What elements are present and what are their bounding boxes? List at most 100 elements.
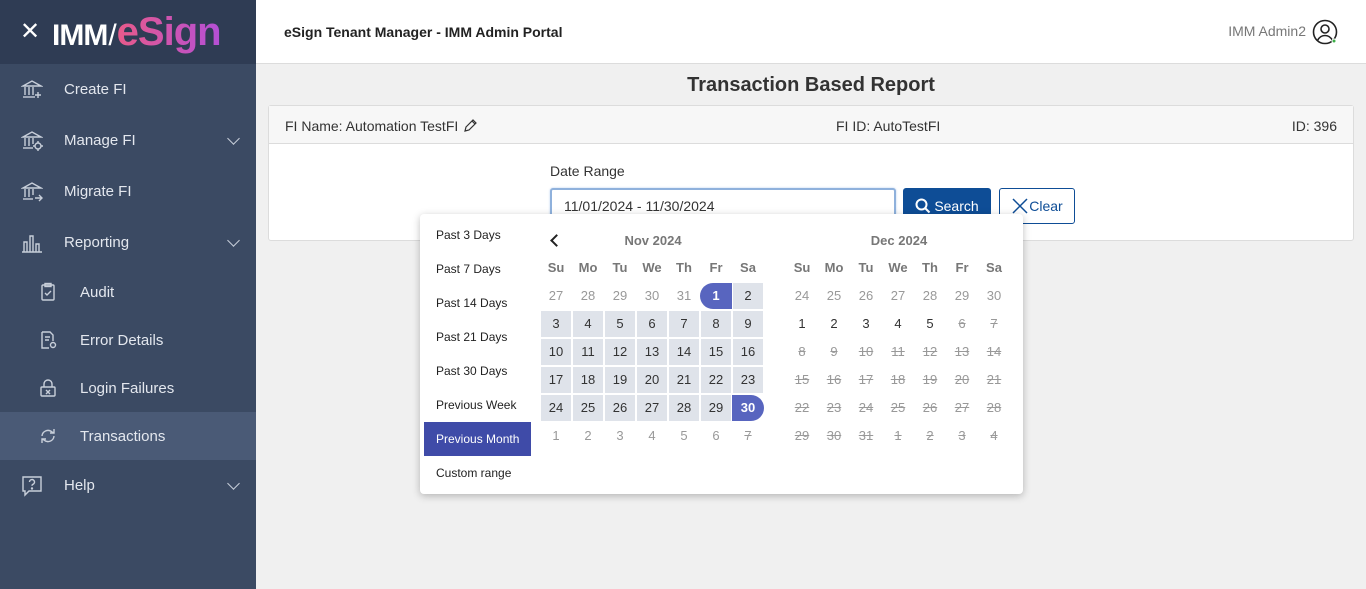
calendar-day: 24 (858, 400, 874, 415)
fi-name: FI Name: Automation TestFI (285, 118, 478, 134)
calendar-day[interactable]: 29 (604, 283, 636, 309)
calendar-day[interactable]: 15 (701, 339, 731, 365)
top-header: eSign Tenant Manager - IMM Admin Portal … (256, 0, 1366, 64)
calendar-day: 26 (922, 400, 938, 415)
range-option[interactable]: Custom range (424, 456, 531, 490)
calendar-day[interactable]: 2 (572, 423, 604, 449)
calendar-day[interactable]: 31 (668, 283, 700, 309)
user-avatar-icon[interactable] (1312, 19, 1338, 45)
range-option[interactable]: Past 14 Days (424, 286, 531, 320)
calendar-day: 25 (890, 400, 906, 415)
calendar-day[interactable]: 24 (541, 395, 571, 421)
fi-info-bar: FI Name: Automation TestFI FI ID: AutoTe… (269, 106, 1353, 144)
sidebar-item-manage-fi[interactable]: Manage FI (0, 115, 256, 166)
bank-arrow-icon (20, 180, 44, 204)
range-option[interactable]: Previous Week (424, 388, 531, 422)
calendar-day[interactable]: 23 (733, 367, 763, 393)
weekday-label: Su (547, 260, 565, 275)
calendar-day: 23 (826, 400, 842, 415)
fi-id: FI ID: AutoTestFI (836, 118, 941, 134)
sidebar-item-migrate-fi[interactable]: Migrate FI (0, 166, 256, 217)
calendar-day[interactable]: 5 (605, 311, 635, 337)
calendar-day[interactable]: 1 (700, 283, 732, 309)
calendar-day[interactable]: 22 (701, 367, 731, 393)
sidebar-item-audit[interactable]: Audit (0, 268, 256, 316)
calendar-day[interactable]: 12 (605, 339, 635, 365)
calendar-day: 30 (826, 428, 842, 443)
weekday-row: Su Mo Tu We Th Fr Sa (786, 254, 1012, 282)
calendar-day[interactable]: 27 (637, 395, 667, 421)
sidebar-item-create-fi[interactable]: Create FI (0, 64, 256, 115)
calendar-day[interactable]: 4 (636, 423, 668, 449)
calendar-day[interactable]: 13 (637, 339, 667, 365)
sidebar-item-login-failures[interactable]: Login Failures (0, 364, 256, 412)
sidebar-item-label: Manage FI (64, 132, 136, 149)
month-label: Dec 2024 (870, 233, 928, 248)
calendar-day: 7 (990, 316, 998, 331)
calendar-day[interactable]: 10 (541, 339, 571, 365)
calendar-day[interactable]: 30 (978, 283, 1010, 309)
range-option-active[interactable]: Previous Month (424, 422, 531, 456)
calendar-day[interactable]: 7 (669, 311, 699, 337)
calendar-day[interactable]: 20 (637, 367, 667, 393)
calendar-day[interactable]: 28 (572, 283, 604, 309)
calendar-day[interactable]: 1 (786, 311, 818, 337)
range-option[interactable]: Past 3 Days (424, 218, 531, 252)
bar-chart-icon (20, 231, 44, 255)
sidebar-item-error-details[interactable]: Error Details (0, 316, 256, 364)
calendar-day[interactable]: 4 (573, 311, 603, 337)
tenant-id: ID: 396 (1291, 118, 1337, 134)
calendar-day[interactable]: 8 (701, 311, 731, 337)
range-option[interactable]: Past 30 Days (424, 354, 531, 388)
calendar-day[interactable]: 3 (604, 423, 636, 449)
calendar-day[interactable]: 9 (733, 311, 763, 337)
pencil-icon[interactable] (462, 118, 478, 134)
sidebar-item-reporting[interactable]: Reporting (0, 217, 256, 268)
calendar-day[interactable]: 30 (732, 395, 764, 421)
range-option[interactable]: Past 21 Days (424, 320, 531, 354)
calendar-day[interactable]: 29 (946, 283, 978, 309)
sidebar-item-label: Audit (80, 283, 115, 301)
calendar-day[interactable]: 29 (701, 395, 731, 421)
sidebar-item-label: Error Details (80, 331, 164, 349)
chevron-left-icon[interactable] (550, 234, 563, 247)
calendar-day[interactable]: 30 (636, 283, 668, 309)
calendar-day[interactable]: 27 (882, 283, 914, 309)
brand-bar: ✕ IMM / eSign (0, 0, 256, 64)
calendar-day[interactable]: 25 (818, 283, 850, 309)
weekday-label: Fr (709, 260, 723, 275)
calendar-day[interactable]: 26 (605, 395, 635, 421)
calendar-day[interactable]: 6 (700, 423, 732, 449)
calendar-day[interactable]: 25 (573, 395, 603, 421)
calendar-day[interactable]: 18 (573, 367, 603, 393)
calendar-day[interactable]: 3 (850, 311, 882, 337)
calendar-day[interactable]: 21 (669, 367, 699, 393)
calendar-day[interactable]: 14 (669, 339, 699, 365)
calendar-day[interactable]: 16 (733, 339, 763, 365)
calendar-day[interactable]: 2 (733, 283, 763, 309)
calendar-day[interactable]: 28 (669, 395, 699, 421)
calendar-day[interactable]: 6 (637, 311, 667, 337)
chevron-down-icon (227, 477, 240, 490)
sidebar-item-transactions[interactable]: Transactions (0, 412, 256, 460)
sidebar-item-help[interactable]: Help (0, 460, 256, 511)
calendar-day[interactable]: 19 (605, 367, 635, 393)
calendar-day[interactable]: 3 (541, 311, 571, 337)
calendar-day[interactable]: 5 (668, 423, 700, 449)
calendar-day: 2 (926, 428, 934, 443)
calendar-day[interactable]: 28 (914, 283, 946, 309)
range-option[interactable]: Past 7 Days (424, 252, 531, 286)
calendar-day[interactable]: 4 (882, 311, 914, 337)
calendar-day[interactable]: 26 (850, 283, 882, 309)
calendar-day[interactable]: 11 (573, 339, 603, 365)
calendar-day[interactable]: 27 (540, 283, 572, 309)
close-icon[interactable]: ✕ (20, 20, 40, 44)
calendar-day[interactable]: 2 (818, 311, 850, 337)
calendar-day[interactable]: 5 (914, 311, 946, 337)
calendar-day[interactable]: 1 (540, 423, 572, 449)
calendar-day: 28 (986, 400, 1002, 415)
calendar-day[interactable]: 17 (541, 367, 571, 393)
calendar-day[interactable]: 24 (786, 283, 818, 309)
user-name[interactable]: IMM Admin2 (1228, 23, 1306, 39)
cycle-arrows-icon (36, 424, 60, 448)
